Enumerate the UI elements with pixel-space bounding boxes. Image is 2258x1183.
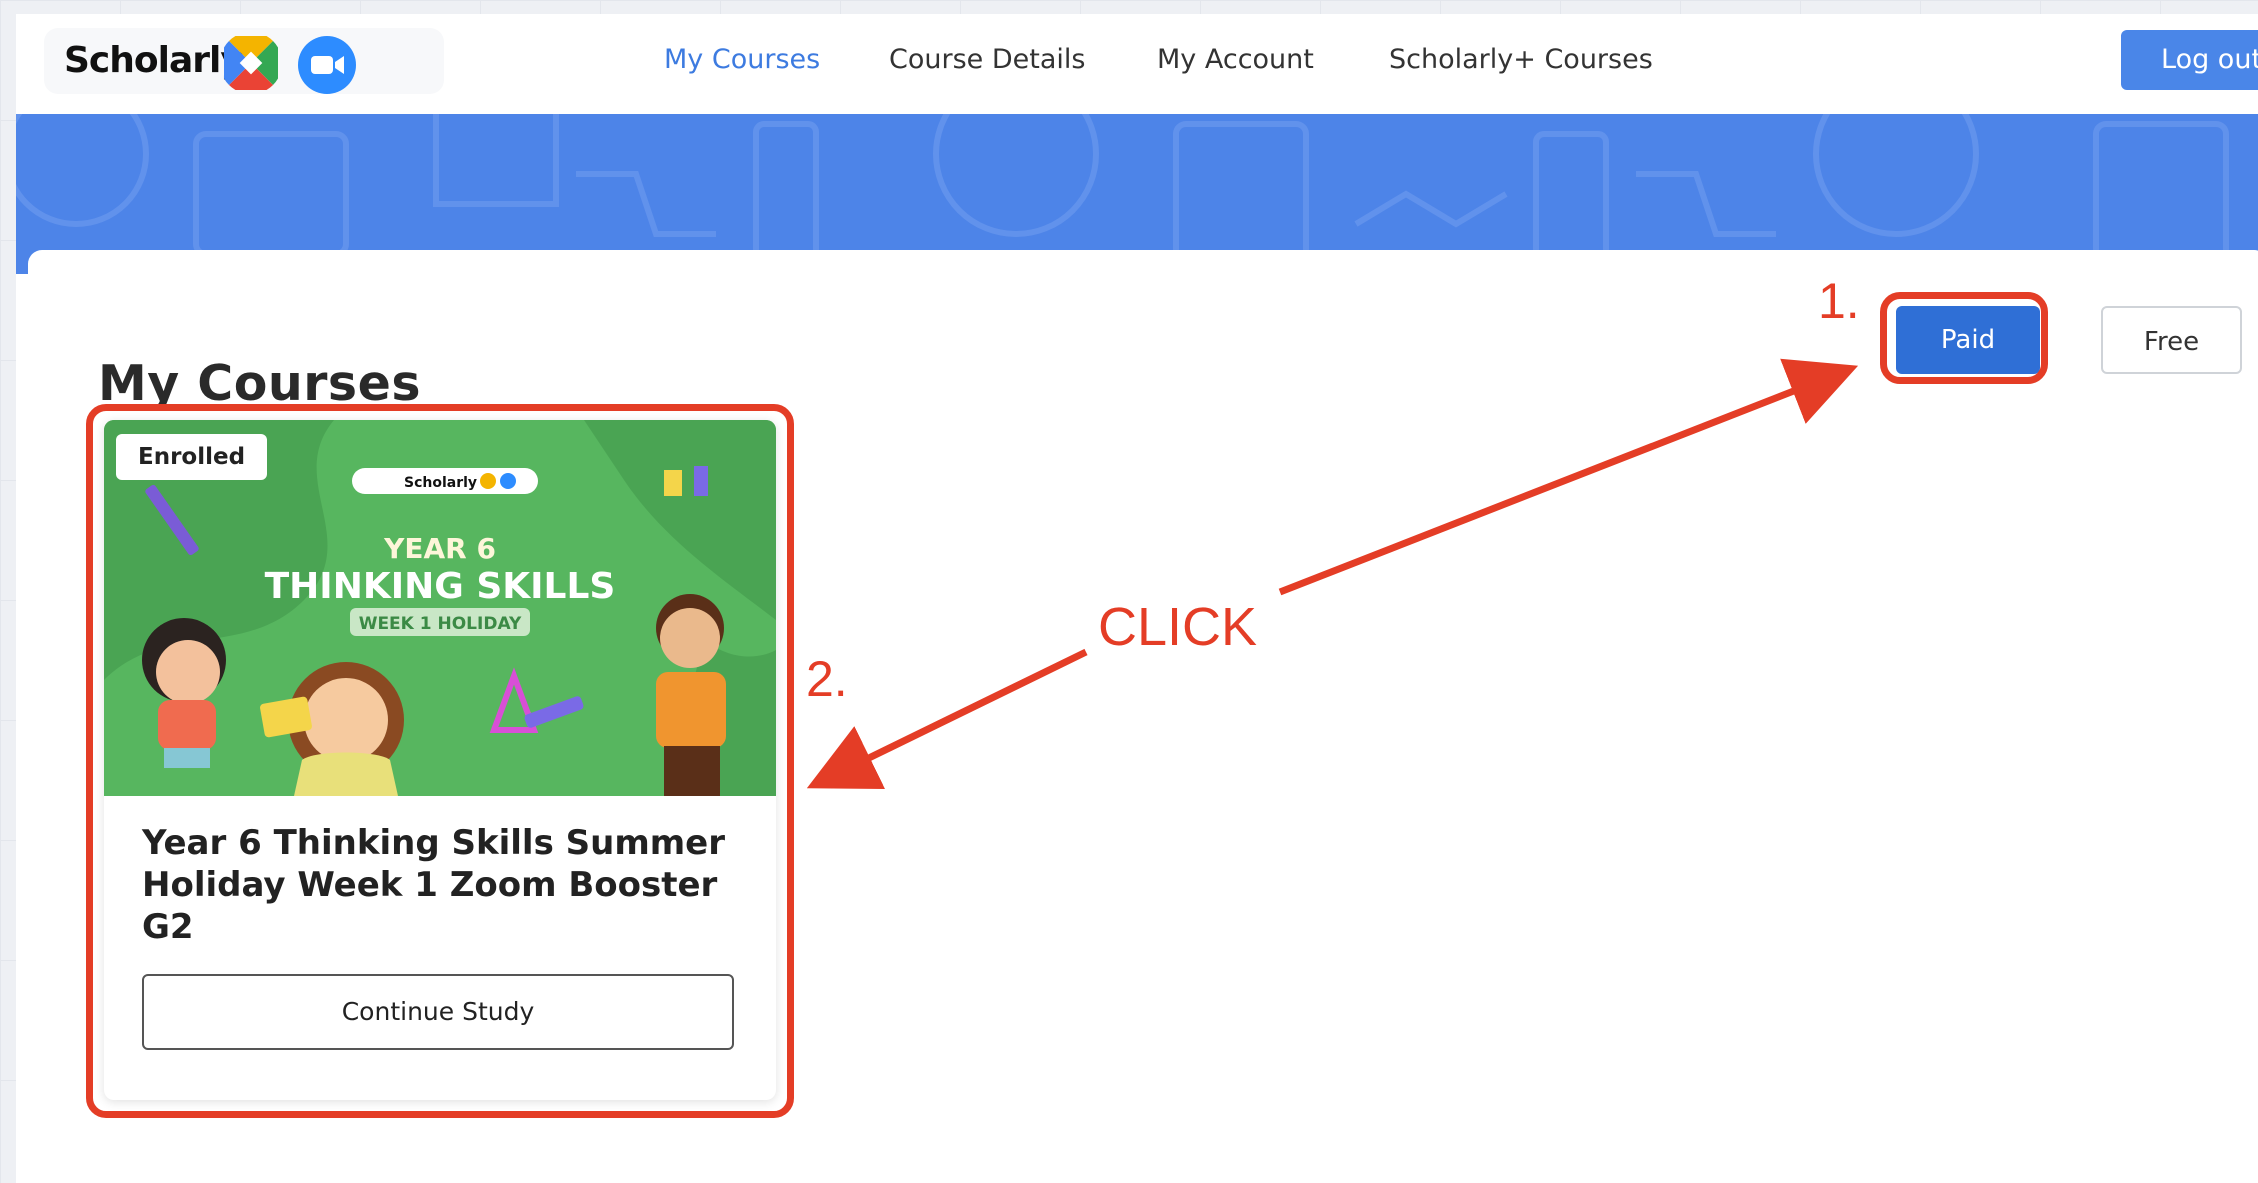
brand-logo[interactable]: Scholarly <box>44 28 444 94</box>
logo-wordmark: Scholarly <box>64 40 244 81</box>
zoom-video-icon <box>298 36 356 94</box>
annotation-highlight-course-card <box>86 404 794 1118</box>
annotation-click-label: CLICK <box>1098 597 1258 657</box>
content-panel: My Courses Paid Free Scholarly YEAR 6 TH… <box>28 250 2258 1183</box>
nav-my-courses[interactable]: My Courses <box>664 44 820 75</box>
top-navbar: Scholarly My Courses Course Details My A… <box>16 14 2258 114</box>
logout-button[interactable]: Log out <box>2121 30 2258 90</box>
filter-free-button[interactable]: Free <box>2101 306 2242 374</box>
annotation-highlight-paid <box>1880 292 2048 384</box>
nav-my-account[interactable]: My Account <box>1157 44 1314 75</box>
annotation-step-1: 1. <box>1818 273 1860 329</box>
annotation-step-2: 2. <box>806 651 848 707</box>
nav-course-details[interactable]: Course Details <box>889 44 1085 75</box>
scholarly-logo-icon <box>224 36 278 90</box>
nav-scholarly-plus-courses[interactable]: Scholarly+ Courses <box>1389 44 1653 75</box>
